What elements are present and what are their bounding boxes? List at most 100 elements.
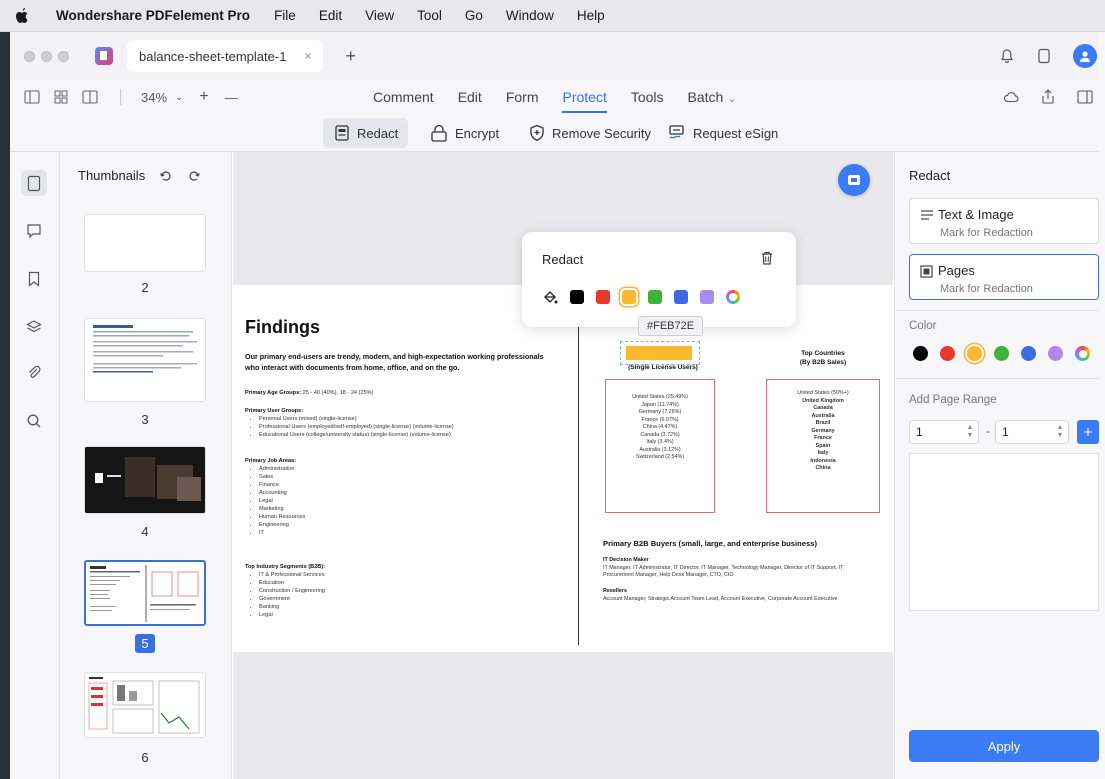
floating-assistant-button[interactable]: [838, 164, 870, 196]
tab-comment[interactable]: Comment: [373, 89, 434, 105]
color-dot-black[interactable]: [913, 346, 928, 361]
cloud-icon[interactable]: [1003, 90, 1019, 104]
menu-edit[interactable]: Edit: [319, 8, 342, 23]
page-thumbnail-6[interactable]: [84, 672, 206, 738]
rail-bookmarks-button[interactable]: [23, 268, 45, 290]
divider: [895, 310, 1105, 311]
bookmark-icon: [28, 271, 40, 287]
tab-batch[interactable]: Batch ⌄: [688, 89, 737, 105]
color-dot-blue[interactable]: [1021, 346, 1036, 361]
color-dot-orange-selected[interactable]: [967, 346, 982, 361]
rail-comments-button[interactable]: [23, 220, 45, 242]
color-wheel-icon[interactable]: [726, 290, 740, 304]
zoom-out-button[interactable]: —: [225, 90, 238, 105]
remove-security-button[interactable]: Remove Security: [518, 118, 661, 148]
rotate-left-icon[interactable]: [159, 169, 173, 183]
menu-file[interactable]: File: [274, 8, 296, 23]
color-swatch-red[interactable]: [596, 290, 610, 304]
color-swatch-purple[interactable]: [700, 290, 714, 304]
job-areas-label: Primary Job Areas:: [245, 458, 297, 464]
menu-window[interactable]: Window: [506, 8, 554, 23]
sidebar-toggle-icon[interactable]: [24, 90, 40, 104]
industry-segments-label: Top Industry Segments (B2B):: [245, 564, 326, 570]
toolbar-separator: [120, 89, 121, 105]
range-from-stepper[interactable]: ▲ ▼: [965, 424, 975, 440]
pdfelement-logo-icon: [95, 47, 113, 65]
color-swatch-green[interactable]: [648, 290, 662, 304]
page-layout-icon[interactable]: [82, 90, 98, 104]
color-dot-red[interactable]: [940, 346, 955, 361]
menubar: Wondershare PDFelement Pro File Edit Vie…: [0, 0, 1105, 32]
menu-go[interactable]: Go: [465, 8, 483, 23]
list-item: Sales: [259, 473, 305, 481]
tab-form[interactable]: Form: [506, 89, 539, 105]
color-label: Color: [909, 320, 937, 332]
rail-layers-button[interactable]: [23, 316, 45, 338]
range-from-input[interactable]: 1 ▲ ▼: [909, 420, 979, 444]
table-row: Indonesia: [810, 457, 836, 464]
color-swatch-black[interactable]: [570, 290, 584, 304]
share-icon[interactable]: [1041, 89, 1055, 105]
rail-attachments-button[interactable]: [23, 362, 45, 384]
color-swatch-blue[interactable]: [674, 290, 688, 304]
apple-icon[interactable]: [14, 7, 30, 25]
color-wheel-icon[interactable]: [1075, 346, 1090, 361]
page-thumbnail-5[interactable]: [84, 560, 206, 626]
zoom-window-button[interactable]: [58, 50, 69, 62]
tab-edit[interactable]: Edit: [458, 89, 482, 105]
text-image-option[interactable]: Text & Image Mark for Redaction: [909, 198, 1099, 244]
fill-bucket-icon[interactable]: [542, 289, 558, 305]
avatar[interactable]: [1073, 44, 1097, 68]
close-tab-icon[interactable]: ×: [304, 49, 311, 63]
redact-button[interactable]: Redact: [323, 118, 409, 148]
user-groups: Primary User Groups: Personal Users (mix…: [245, 407, 454, 439]
zoom-in-button[interactable]: +: [199, 88, 208, 106]
table-row: United States (25.49%): [632, 394, 688, 400]
comment-icon: [27, 224, 41, 239]
right-panel-toggle-icon[interactable]: [1077, 90, 1093, 104]
list-item: Marketing: [259, 505, 305, 513]
color-dot-green[interactable]: [994, 346, 1009, 361]
menu-tool[interactable]: Tool: [417, 8, 442, 23]
page-thumbnail-4[interactable]: [84, 446, 206, 514]
list-item: Construction / Engineering: [259, 587, 325, 595]
table-row: France (6.07%): [641, 416, 679, 423]
list-item: Legal: [259, 497, 305, 505]
document-tab[interactable]: balance-sheet-template-1 ×: [127, 40, 324, 72]
rotate-right-icon[interactable]: [187, 169, 201, 183]
tab-protect[interactable]: Protect: [562, 89, 608, 113]
menu-app-name[interactable]: Wondershare PDFelement Pro: [56, 8, 250, 23]
pages-option[interactable]: Pages Mark for Redaction: [909, 254, 1099, 300]
minimize-window-button[interactable]: [41, 50, 52, 62]
top-countries-heading-line2: (By B2B Sales): [799, 359, 847, 366]
range-to-input[interactable]: 1 ▲ ▼: [995, 420, 1069, 444]
table-row: Germany (7.26%): [638, 409, 682, 415]
redaction-mark[interactable]: [626, 346, 692, 360]
range-to-stepper[interactable]: ▲ ▼: [1055, 424, 1065, 440]
request-esign-button[interactable]: Request eSign: [657, 118, 788, 148]
table-row: Germany: [811, 427, 835, 434]
device-icon[interactable]: [1037, 48, 1051, 64]
lock-icon: [431, 124, 447, 142]
rail-pages-button[interactable]: [21, 170, 47, 196]
tab-tools[interactable]: Tools: [631, 89, 664, 105]
color-swatch-orange-selected[interactable]: [622, 290, 636, 304]
pdf-page[interactable]: Findings Our primary end-users are trend…: [233, 285, 893, 652]
menu-view[interactable]: View: [365, 8, 394, 23]
bell-icon[interactable]: [999, 48, 1015, 64]
new-tab-button[interactable]: +: [345, 46, 356, 67]
encrypt-button[interactable]: Encrypt: [419, 118, 509, 148]
close-window-button[interactable]: [24, 50, 35, 62]
add-range-button[interactable]: +: [1077, 420, 1099, 444]
page-thumbnail-2[interactable]: [84, 214, 206, 272]
apply-button[interactable]: Apply: [909, 730, 1099, 762]
color-dot-purple[interactable]: [1048, 346, 1063, 361]
grid-view-icon[interactable]: [54, 90, 68, 104]
zoom-level[interactable]: 34%: [141, 90, 167, 105]
page-thumbnail-3[interactable]: [84, 318, 206, 402]
user-icon: [1080, 51, 1090, 62]
rail-search-button[interactable]: [23, 410, 45, 432]
trash-icon[interactable]: [760, 250, 774, 266]
zoom-dropdown-icon[interactable]: ⌄: [175, 92, 183, 103]
menu-help[interactable]: Help: [577, 8, 605, 23]
